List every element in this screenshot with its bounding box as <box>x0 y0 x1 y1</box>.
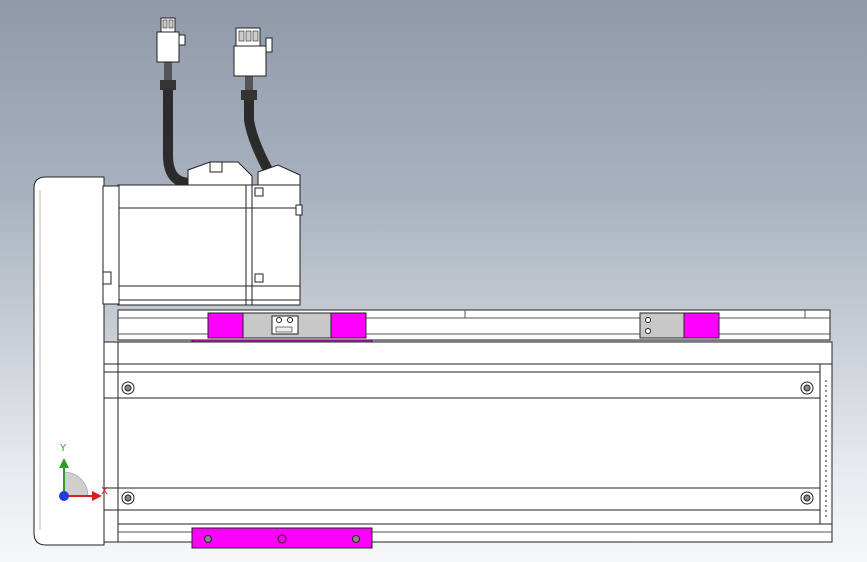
servo-motor[interactable] <box>117 161 303 306</box>
motor-cable-right[interactable] <box>233 27 273 175</box>
connector-right[interactable] <box>233 27 273 77</box>
motor-cable-left[interactable] <box>156 17 205 188</box>
lower-mount-block[interactable] <box>191 527 373 549</box>
actuator-body[interactable] <box>103 341 833 543</box>
triad-x-label: X <box>101 486 108 497</box>
z-axis-dot <box>59 491 69 501</box>
connector-left[interactable] <box>156 17 186 63</box>
triad-y-label: Y <box>60 443 67 454</box>
graphics-viewport[interactable]: Y X <box>0 0 867 562</box>
upper-carriage-left[interactable] <box>207 312 367 339</box>
model-scene[interactable] <box>0 0 867 562</box>
upper-carriage-right[interactable] <box>639 312 720 339</box>
